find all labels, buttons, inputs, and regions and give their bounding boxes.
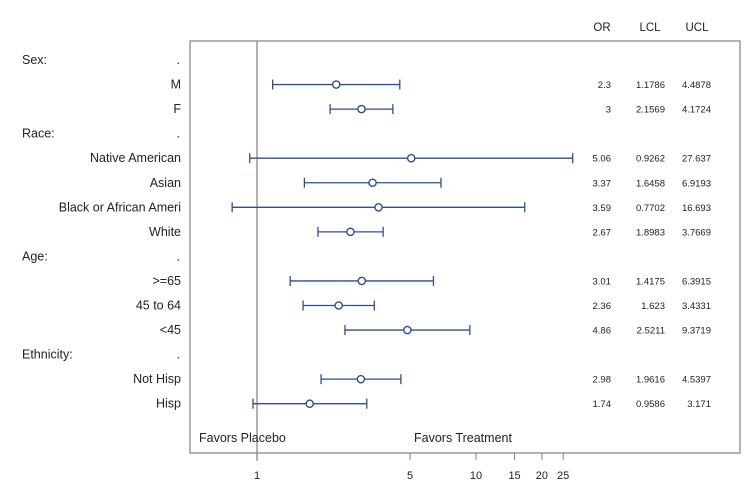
x-tick-label: 20 — [536, 470, 548, 482]
ci-row — [231, 202, 526, 213]
ucl-value: 4.4878 — [682, 80, 711, 91]
or-marker — [305, 399, 314, 409]
x-tick-label: 1 — [254, 470, 260, 482]
row-label: Native American — [90, 151, 181, 165]
ci-row — [344, 325, 471, 336]
group-dot: . — [177, 127, 180, 141]
ci-row — [271, 79, 401, 90]
or-value: 3.59 — [593, 203, 612, 214]
lcl-value: 2.1569 — [636, 105, 665, 116]
ucl-value: 4.5397 — [682, 375, 711, 386]
ci-row — [329, 104, 394, 115]
or-value: 2.3 — [598, 80, 611, 91]
group-label: Sex: — [22, 53, 47, 67]
ci-row — [320, 374, 402, 385]
x-tick-label: 10 — [470, 470, 482, 482]
annotation-favors-placebo: Favors Placebo — [199, 431, 286, 445]
row-label: <45 — [160, 323, 181, 337]
or-value: 4.86 — [593, 326, 612, 337]
ucl-value: 27.637 — [682, 154, 711, 165]
lcl-value: 1.4175 — [636, 276, 665, 287]
ucl-value: 3.7669 — [682, 227, 711, 238]
ucl-value: 3.171 — [687, 399, 711, 410]
ci-row — [303, 177, 442, 188]
group-dot: . — [177, 249, 180, 263]
lcl-value: 1.623 — [641, 301, 665, 312]
or-marker — [357, 276, 367, 286]
lcl-value: 1.1786 — [636, 80, 665, 91]
or-marker — [357, 104, 366, 114]
ucl-value: 16.693 — [682, 203, 711, 214]
column-header-lcl: LCL — [639, 22, 661, 34]
ucl-value: 3.4331 — [682, 301, 711, 312]
group-dot: . — [177, 53, 180, 67]
lcl-value: 1.9616 — [636, 375, 665, 386]
ucl-value: 6.9193 — [682, 178, 711, 189]
row-label: M — [171, 78, 181, 92]
or-marker — [374, 202, 383, 212]
or-marker — [368, 178, 377, 188]
ci-row — [302, 300, 375, 311]
row-label: Hisp — [156, 397, 181, 411]
forest-plot: Sex: . MF Race: . Native American Asian Black o… — [22, 22, 741, 482]
group-label: Ethnicity: — [22, 348, 73, 362]
row-label: Black or African Ameri — [59, 200, 181, 214]
or-value: 3 — [606, 105, 611, 116]
x-tick-label: 25 — [557, 470, 569, 482]
or-marker — [403, 325, 412, 335]
ucl-value: 4.1724 — [682, 105, 711, 116]
ucl-value: 6.3915 — [682, 276, 711, 287]
ci-row — [249, 153, 574, 164]
row-label: >=65 — [152, 274, 181, 288]
group-dot: . — [177, 348, 180, 362]
or-value: 2.98 — [593, 375, 612, 386]
or-marker — [331, 80, 341, 89]
lcl-value: 1.8983 — [636, 227, 665, 238]
or-marker — [346, 227, 355, 237]
annotation-favors-treatment: Favors Treatment — [414, 431, 512, 445]
x-tick-label: 5 — [407, 470, 413, 482]
lcl-value: 0.9262 — [636, 154, 665, 165]
plot-frame — [189, 40, 741, 454]
or-value: 2.67 — [593, 227, 612, 238]
lcl-value: 0.7702 — [636, 203, 665, 214]
column-header-or: OR — [593, 22, 610, 34]
or-value: 5.06 — [593, 154, 612, 165]
or-marker — [356, 374, 366, 384]
ci-row — [289, 275, 435, 286]
row-label: White — [149, 225, 181, 239]
or-marker — [334, 301, 343, 310]
or-value: 3.01 — [593, 276, 612, 287]
x-tick-label: 15 — [508, 470, 520, 482]
row-label: 45 to 64 — [136, 299, 181, 313]
row-label: Asian — [150, 176, 181, 190]
lcl-value: 2.5211 — [637, 326, 665, 337]
group-label: Race: — [22, 127, 55, 141]
lcl-value: 0.9586 — [636, 399, 665, 410]
or-value: 3.37 — [593, 178, 612, 189]
ci-row — [317, 226, 384, 237]
ci-row — [252, 398, 368, 409]
row-label: Not Hisp — [133, 372, 181, 386]
ucl-value: 9.3719 — [682, 326, 711, 337]
or-value: 1.74 — [593, 399, 612, 410]
column-header-ucl: UCL — [685, 22, 709, 34]
group-label: Age: — [22, 249, 48, 263]
row-label: F — [173, 102, 181, 116]
lcl-value: 1.6458 — [636, 178, 665, 189]
or-marker — [406, 153, 416, 163]
or-value: 2.36 — [593, 301, 612, 312]
